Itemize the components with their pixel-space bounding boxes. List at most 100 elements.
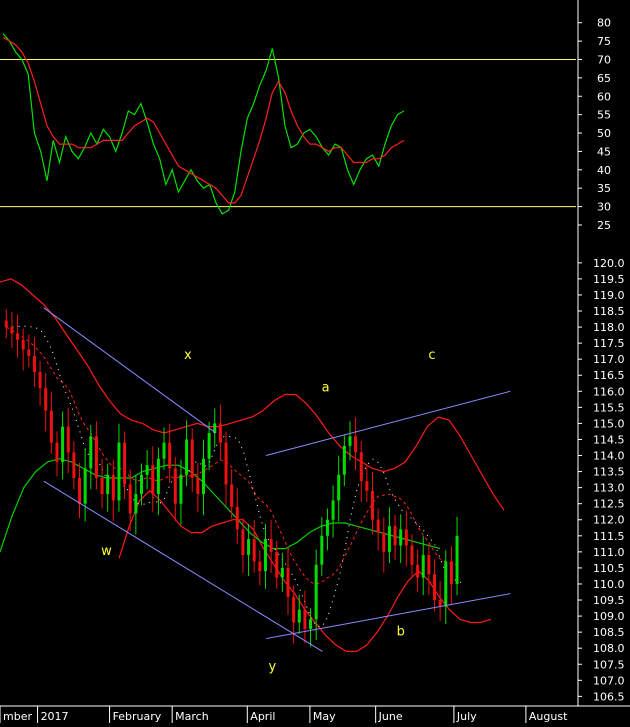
candle-body [55, 442, 59, 462]
osc-y-tick-label: 50 [597, 127, 611, 140]
osc-y-tick-label: 25 [597, 219, 611, 232]
osc-y-tick-label: 30 [597, 201, 611, 214]
candle-body [348, 436, 352, 446]
price-y-tick-label: 112.5 [593, 498, 625, 511]
candle-body [173, 468, 177, 504]
candle-body [27, 349, 31, 356]
price-y-tick-label: 118.0 [593, 321, 625, 334]
price-y-tick-label: 117.5 [593, 337, 625, 350]
candle-body [404, 529, 408, 546]
candle-body [280, 567, 284, 578]
candle-body [275, 551, 279, 578]
candle-body [10, 327, 14, 334]
candle-body [292, 596, 296, 623]
candle-body [309, 619, 313, 629]
candle-body [365, 481, 369, 491]
candle-body [32, 355, 36, 373]
x-tick-label: June [378, 710, 403, 723]
price-y-tick-label: 117.0 [593, 353, 625, 366]
price-y-tick-label: 120.0 [593, 257, 625, 270]
candle-body [224, 442, 228, 485]
candle-body [247, 539, 251, 556]
candle-body [218, 423, 222, 443]
price-y-tick-label: 108.5 [593, 626, 625, 639]
candle-body [433, 574, 437, 601]
candle-body [252, 539, 256, 562]
candle-body [78, 478, 82, 504]
x-tick-label: mber [3, 710, 32, 723]
price-y-tick-label: 114.5 [593, 433, 625, 446]
candle-body [83, 468, 87, 504]
candle-body [185, 439, 189, 475]
price-y-tick-label: 110.5 [593, 562, 625, 575]
candle-body [314, 564, 318, 620]
candle-body [89, 436, 93, 469]
candle-body [438, 600, 442, 607]
candle-body [320, 535, 324, 565]
candle-body [421, 555, 425, 578]
candle-body [359, 452, 363, 482]
price-y-tick-label: 108.0 [593, 642, 625, 655]
chart-canvas: x w a c y b 25 30 35 40 45 50 55 60 65 70 75 80 106.5 107.… [0, 0, 630, 723]
price-y-tick-label: 107.0 [593, 674, 625, 687]
candle-body [139, 474, 143, 495]
candle-body [151, 465, 155, 495]
osc-y-tick-label: 55 [597, 109, 611, 122]
x-tick-label: March [175, 710, 209, 723]
candle-body [156, 458, 160, 495]
osc-y-tick-label: 45 [597, 145, 611, 158]
candle-body [21, 339, 25, 350]
candle-body [376, 519, 380, 533]
candle-body [444, 561, 448, 607]
candle-body [44, 388, 48, 411]
x-tick-label: August [529, 710, 568, 723]
price-y-tick-label: 109.5 [593, 594, 625, 607]
candle-body [145, 465, 149, 475]
price-y-tick-label: 112.0 [593, 514, 625, 527]
candle-body [342, 445, 346, 475]
candle-body [4, 320, 8, 328]
osc-y-tick-label: 75 [597, 35, 611, 48]
candle-body [207, 433, 211, 459]
osc-y-tick-label: 65 [597, 72, 611, 85]
candle-body [179, 474, 183, 504]
candle-body [382, 532, 386, 552]
candle-body [427, 555, 431, 575]
price-y-tick-label: 107.5 [593, 658, 625, 671]
price-y-tick-label: 114.0 [593, 450, 625, 463]
price-y-tick-label: 111.0 [593, 546, 625, 559]
candle-body [134, 494, 138, 514]
candle-body [269, 539, 273, 552]
candle-body [371, 490, 375, 520]
candle-body [230, 484, 234, 507]
wave-label-w: w [101, 544, 112, 559]
candle-body [61, 426, 65, 462]
candle-body [111, 474, 115, 501]
wave-label-a: a [322, 380, 330, 395]
candle-body [449, 561, 453, 584]
price-y-tick-label: 106.5 [593, 690, 625, 703]
x-tick-label: July [456, 710, 477, 723]
candle-body [410, 545, 414, 565]
candle-body [455, 535, 459, 584]
candle-body [387, 526, 391, 552]
candle-body [303, 609, 307, 629]
candle-body [49, 410, 53, 443]
candle-body [16, 333, 20, 340]
candle-body [241, 529, 245, 556]
price-y-tick-label: 118.5 [593, 305, 625, 318]
candle-body [38, 372, 42, 389]
price-y-tick-label: 115.0 [593, 417, 625, 430]
candle-body [286, 567, 290, 597]
candle-body [331, 500, 335, 520]
wave-label-c: c [428, 348, 435, 363]
candle-body [337, 474, 341, 501]
candle-body [416, 564, 420, 578]
candle-body [235, 506, 239, 530]
osc-y-tick-label: 40 [597, 164, 611, 177]
price-y-tick-label: 116.5 [593, 369, 625, 382]
candle-body [263, 539, 267, 572]
osc-y-tick-label: 60 [597, 90, 611, 103]
price-y-tick-label: 119.5 [593, 273, 625, 286]
candle-body [94, 436, 98, 478]
